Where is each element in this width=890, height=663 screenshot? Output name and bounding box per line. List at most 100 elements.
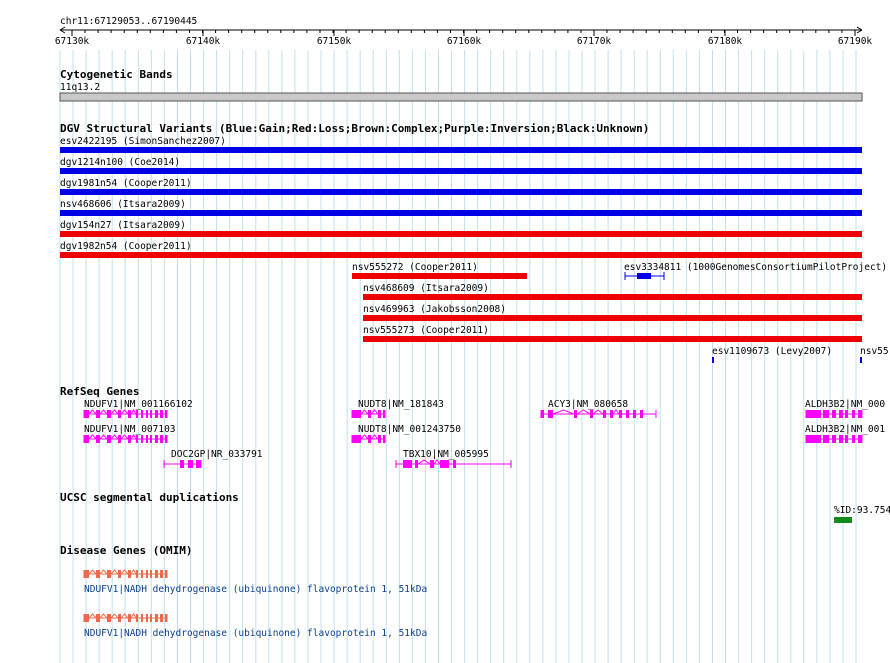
dgv-feature[interactable]: dgv1214n100 (Coe2014) — [60, 157, 862, 174]
gene-exon — [128, 570, 131, 578]
gene-intron-chevron — [433, 459, 441, 465]
gene-exon — [633, 410, 636, 418]
segdup-bar — [834, 517, 852, 523]
region-label: chr11:67129053..67190445 — [60, 16, 197, 27]
feature-bar — [60, 231, 862, 237]
gene-exon — [180, 460, 184, 468]
gene-intron-chevron — [88, 613, 97, 619]
gene-intron-chevron — [360, 409, 369, 415]
gene-feature[interactable]: ALDH3B2|NM_000 — [805, 399, 885, 418]
gene-exon — [141, 435, 143, 443]
gene-exon — [84, 410, 89, 418]
segdup-feature[interactable]: %ID:93.754 — [834, 505, 890, 523]
gene-model — [805, 410, 863, 418]
gene-model — [351, 409, 386, 418]
feature-bar — [363, 294, 862, 300]
gene-feature[interactable]: NDUFV1|NM_007103 — [83, 424, 176, 443]
gene-exon — [852, 410, 855, 418]
feature-label: dgv1214n100 (Coe2014) — [60, 157, 180, 168]
gene-feature[interactable]: NUDT8|NM_181843 — [351, 399, 444, 418]
gene-label: DOC2GP|NR_033791 — [171, 449, 263, 460]
gene-feature[interactable]: DOC2GP|NR_033791 — [163, 449, 263, 468]
gene-exon — [845, 435, 848, 443]
feature-bar — [60, 252, 862, 258]
gene-exon — [141, 570, 143, 578]
gene-exon — [610, 410, 613, 418]
cytoband-label: 11q13.2 — [60, 82, 100, 93]
gene-exon — [96, 435, 100, 443]
gene-exon — [136, 614, 138, 622]
gene-intron-chevron — [130, 434, 137, 440]
cytoband-bar[interactable] — [59, 92, 863, 102]
gene-exon — [852, 435, 855, 443]
gene-exon — [107, 410, 111, 418]
gene-model — [540, 409, 657, 418]
feature-label: esv2422195 (SimonSanchez2007) — [60, 136, 226, 147]
gene-exon — [430, 460, 434, 468]
gene-exon — [150, 410, 152, 418]
dgv-feature[interactable]: esv2422195 (SimonSanchez2007) — [60, 136, 862, 153]
gene-intron-chevron — [99, 613, 108, 619]
gene-intron-chevron — [120, 569, 129, 575]
dgv-feature[interactable]: nsv555272 (Cooper2011) — [352, 262, 527, 279]
gene-feature[interactable]: NUDT8|NM_001243750 — [351, 424, 461, 443]
ruler[interactable]: chr11:67129053..67190445 67130k 67140k 6… — [55, 16, 873, 47]
gene-exon — [146, 570, 148, 578]
gene-feature[interactable]: ALDH3B2|NM_001 — [805, 424, 885, 443]
gene-feature[interactable]: TBX10|NM_005995 — [395, 449, 512, 468]
gene-feature[interactable]: ACY3|NM_080658 — [540, 399, 657, 418]
tick-label: 67160k — [447, 36, 482, 47]
gene-intron-chevron — [99, 569, 108, 575]
feature-bar — [352, 273, 527, 279]
feature-bar — [60, 147, 862, 153]
dgv-feature[interactable]: nsv468609 (Itsara2009) — [363, 283, 862, 300]
gene-label: ALDH3B2|NM_001 — [805, 424, 885, 435]
gene-exon — [823, 435, 829, 443]
gene-exon — [136, 410, 138, 418]
gene-intron-chevron — [88, 569, 97, 575]
dgv-feature[interactable]: dgv154n27 (Itsara2009) — [60, 220, 862, 237]
gene-exon — [368, 435, 371, 443]
gene-exon — [146, 435, 148, 443]
dgv-feature[interactable]: nsv555273 (Cooper2011) — [363, 325, 862, 342]
track-title: Disease Genes (OMIM) — [60, 544, 192, 557]
gene-exon — [196, 460, 201, 468]
gene-exon — [84, 614, 89, 622]
gene-exon — [806, 410, 821, 418]
gene-exon — [155, 614, 158, 622]
track-title: UCSC segmental duplications — [60, 491, 239, 504]
tick-label: 67140k — [186, 36, 221, 47]
feature-bar — [60, 168, 862, 174]
gene-exon — [626, 410, 629, 418]
gene-exon — [453, 460, 456, 468]
omim-gene-label: NDUFV1|NADH dehydrogenase (ubiquinone) f… — [84, 584, 427, 595]
dgv-feature[interactable]: esv3334811 (1000GenomesConsortiumPilotPr… — [624, 262, 887, 280]
cytoband-track: Cytogenetic Bands 11q13.2 — [59, 68, 863, 102]
gene-exon — [160, 614, 163, 622]
gene-intron-chevron — [88, 434, 97, 440]
feature-bar — [60, 189, 862, 195]
gene-exon — [839, 435, 843, 443]
gene-exon — [160, 570, 163, 578]
gene-intron-chevron — [88, 409, 97, 415]
dgv-feature[interactable]: dgv1981n54 (Cooper2011) — [60, 178, 862, 195]
dgv-feature[interactable]: nsv469963 (Jakobsson2008) — [363, 304, 862, 321]
gene-exon — [118, 614, 121, 622]
dgv-feature[interactable]: nsv55 — [860, 346, 889, 363]
gene-intron-chevron — [120, 434, 129, 440]
gene-intron-chevron — [99, 409, 108, 415]
gene-exon — [188, 460, 193, 468]
dgv-feature[interactable]: dgv1982n54 (Cooper2011) — [60, 241, 862, 258]
dgv-feature[interactable]: esv1109673 (Levy2007) — [712, 346, 832, 363]
feature-block — [637, 273, 651, 279]
gene-exon — [603, 410, 606, 418]
gene-exon — [806, 435, 821, 443]
gene-intron-chevron — [130, 409, 137, 415]
feature-label: nsv555272 (Cooper2011) — [352, 262, 478, 273]
gene-exon — [858, 410, 862, 418]
dgv-feature[interactable]: nsv468606 (Itsara2009) — [60, 199, 862, 216]
track-title: RefSeq Genes — [60, 385, 139, 398]
feature-bar — [60, 210, 862, 216]
gene-label: NUDT8|NM_181843 — [358, 399, 444, 410]
gene-exon — [832, 435, 836, 443]
